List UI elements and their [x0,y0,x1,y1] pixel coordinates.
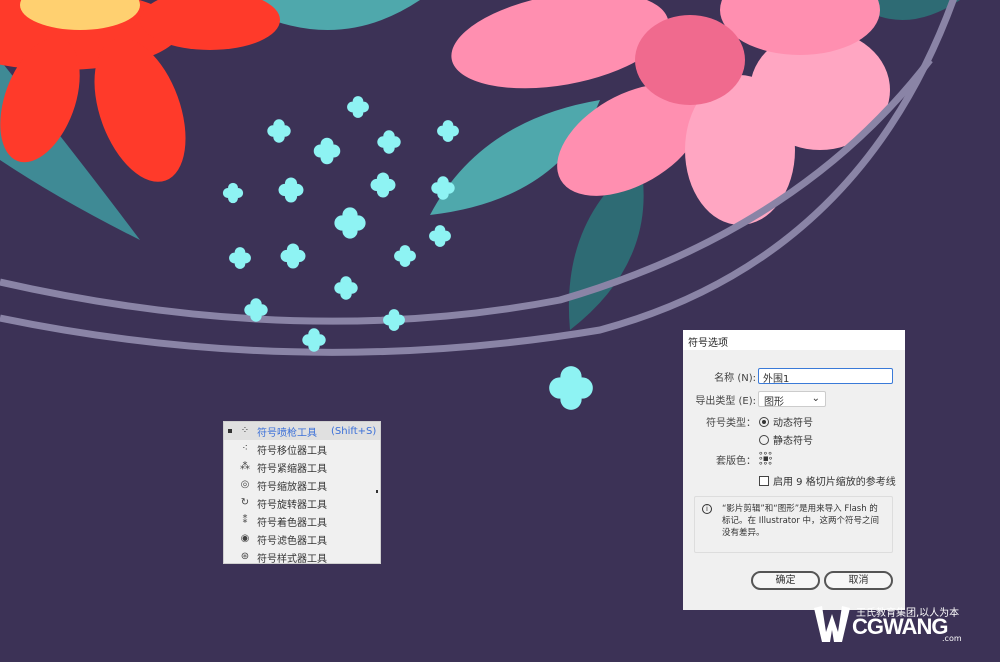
export-type-label: 导出类型 (E): [695,395,756,407]
cyan-clover-symbol [347,96,369,118]
symbol-sizer-icon: ◎ [240,479,250,490]
symbol-scruncher-icon: ⁂ [240,461,250,472]
ok-button[interactable]: 确定 [751,571,820,590]
cyan-clover-symbol [229,247,251,269]
cyan-clover-symbol [267,119,291,143]
registration-label: 套版色： [716,456,756,467]
tool-label: 符号样式器工具 [257,553,327,565]
dialog-title: 符号选项 [683,330,905,350]
cyan-clover-symbol [313,137,341,165]
export-type-select[interactable]: 图形 ⌄ [758,391,826,408]
export-type-value: 图形 [764,397,784,408]
tool-menu-item[interactable]: ⁂ 符号紧缩器工具 [224,458,380,476]
chevron-down-icon: ⌄ [811,393,820,404]
name-input[interactable]: 外围1 [758,368,893,385]
tool-menu-item[interactable]: ⁘ 符号喷枪工具 (Shift+S) [224,422,380,440]
cyan-clover-symbol [280,243,306,269]
cyan-clover-symbol [334,207,366,239]
tool-menu-item[interactable]: ⁑ 符号着色器工具 [224,512,380,530]
nine-slice-label[interactable]: 启用 9 格切片缩放的参考线 [773,473,896,488]
tool-shortcut: (Shift+S) [331,425,377,437]
symbol-tools-flyout: ⁘ 符号喷枪工具 (Shift+S) ⁖ 符号移位器工具 ⁂ 符号紧缩器工具 ◎ 符号缩放器工具… [223,421,381,566]
info-text: “影片剪辑”和“图形”是用来导入 Flash 的标记。在 Illustrator… [722,504,880,538]
tool-label: 符号滤色器工具 [257,535,327,547]
symbol-options-dialog: 符号选项 名称 (N): 外围1 导出类型 (E): 图形 ⌄ 符号类型： 动态符… [683,330,905,610]
tool-menu-item[interactable]: ⊛ 符号样式器工具 [224,548,380,566]
dynamic-symbol-label[interactable]: 动态符号 [773,414,813,429]
cyan-clover-symbol [437,120,459,142]
symbol-spinner-icon: ↻ [240,497,250,508]
cyan-clover-symbol [394,245,416,267]
static-symbol-label[interactable]: 静态符号 [773,432,813,447]
symbol-styler-icon: ⊛ [240,551,250,562]
watermark-domain: .com [942,634,962,643]
nine-slice-checkbox[interactable] [759,475,769,486]
info-icon: i [702,504,712,514]
tool-label: 符号紧缩器工具 [257,463,327,475]
cyan-clover-symbol [334,276,358,300]
tool-label: 符号旋转器工具 [257,499,327,511]
registration-grid-icon[interactable]: ∘∘∘ ∘▪∘ ∘∘∘ [758,450,773,469]
cyan-clover-symbol [383,309,405,331]
dynamic-symbol-radio[interactable] [759,416,769,427]
tool-menu-item[interactable]: ◉ 符号滤色器工具 [224,530,380,548]
tool-menu-item[interactable]: ↻ 符号旋转器工具 [224,494,380,512]
watermark-brand: CGWANG [852,614,948,639]
info-box: i “影片剪辑”和“图形”是用来导入 Flash 的标记。在 Illustrat… [694,496,893,553]
symbol-screener-icon: ◉ [240,533,250,544]
cancel-button[interactable]: 取消 [824,571,893,590]
tool-menu-item[interactable]: ⁖ 符号移位器工具 [224,440,380,458]
tool-label: 符号缩放器工具 [257,481,327,493]
static-symbol-radio[interactable] [759,434,769,445]
symbol-stainer-icon: ⁑ [242,515,248,526]
cyan-clover-symbol [429,225,451,247]
cgwang-logo-icon [814,606,850,642]
cyan-clover-symbol [377,130,401,154]
cyan-clover-symbol [370,172,396,198]
symbol-sprayer-icon: ⁘ [240,425,250,436]
symbol-type-label: 符号类型： [706,418,756,429]
cyan-clover-symbol [302,328,326,352]
tool-menu-item[interactable]: ◎ 符号缩放器工具 [224,476,380,494]
tool-label: 符号移位器工具 [257,445,327,457]
current-tool-bullet [228,429,232,433]
cyan-clover-symbol [222,182,244,204]
name-label: 名称 (N): [714,372,756,384]
cyan-clover-symbol [278,177,304,203]
cyan-clover-symbol [549,366,593,410]
symbol-shifter-icon: ⁖ [242,443,248,454]
tool-label: 符号着色器工具 [257,517,327,529]
tool-label: 符号喷枪工具 [257,427,317,439]
